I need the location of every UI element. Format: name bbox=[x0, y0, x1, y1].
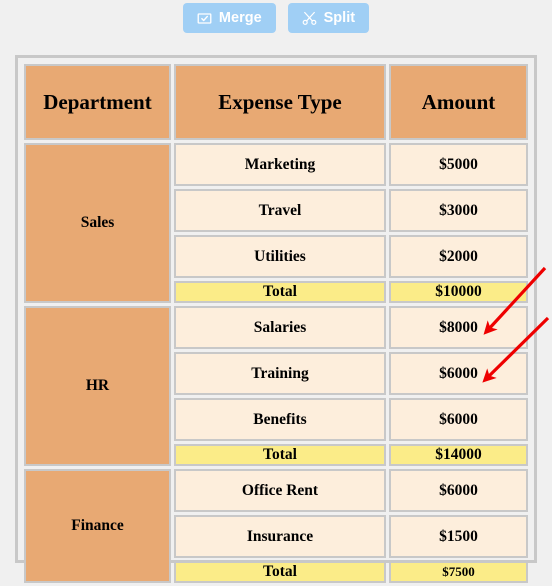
total-amount-cell[interactable]: $10000 bbox=[389, 281, 528, 303]
merge-button[interactable]: Merge bbox=[182, 3, 276, 33]
table-toolbar: Merge Split bbox=[0, 0, 552, 46]
merge-cells-icon bbox=[197, 11, 212, 26]
expense-type-cell[interactable]: Benefits bbox=[174, 398, 386, 441]
amount-cell-benefits[interactable]: $6000 bbox=[389, 398, 528, 441]
amount-cell[interactable]: $6000 bbox=[389, 469, 528, 512]
amount-cell[interactable]: $8000 bbox=[389, 306, 528, 349]
expense-type-cell[interactable]: Travel bbox=[174, 189, 386, 232]
table-row: Finance Office Rent $6000 bbox=[24, 469, 528, 583]
amount-cell[interactable]: $5000 bbox=[389, 143, 528, 186]
total-amount-cell[interactable]: $14000 bbox=[389, 444, 528, 466]
total-label-cell[interactable]: Total bbox=[174, 444, 386, 466]
column-header-department: Department bbox=[24, 64, 171, 140]
expense-type-cell[interactable]: Salaries bbox=[174, 306, 386, 349]
column-header-amount: Amount bbox=[389, 64, 528, 140]
table-frame: Department Expense Type Amount Sales Mar… bbox=[15, 55, 537, 583]
total-amount-cell[interactable]: $7500 bbox=[389, 561, 528, 583]
scissors-icon bbox=[302, 11, 317, 26]
merge-button-label: Merge bbox=[218, 9, 262, 26]
department-cell-sales[interactable]: Sales bbox=[24, 143, 171, 303]
expense-type-cell[interactable]: Office Rent bbox=[174, 469, 386, 512]
amount-cell[interactable]: $3000 bbox=[389, 189, 528, 232]
table-row: HR Salaries $8000 bbox=[24, 306, 528, 466]
expense-type-cell[interactable]: Training bbox=[174, 352, 386, 395]
total-label-cell[interactable]: Total bbox=[174, 561, 386, 583]
split-button-label: Split bbox=[323, 9, 356, 26]
department-cell-hr[interactable]: HR bbox=[24, 306, 171, 466]
expense-type-cell[interactable]: Marketing bbox=[174, 143, 386, 186]
total-label-cell[interactable]: Total bbox=[174, 281, 386, 303]
split-button[interactable]: Split bbox=[287, 3, 370, 33]
expense-type-cell[interactable]: Utilities bbox=[174, 235, 386, 278]
expense-table: Department Expense Type Amount Sales Mar… bbox=[21, 61, 531, 586]
column-header-expense-type: Expense Type bbox=[174, 64, 386, 140]
table-row: Sales Marketing $5000 bbox=[24, 143, 528, 303]
department-cell-finance[interactable]: Finance bbox=[24, 469, 171, 583]
table-header-row: Department Expense Type Amount bbox=[24, 64, 528, 140]
amount-cell-training[interactable]: $6000 bbox=[389, 352, 528, 395]
expense-type-cell[interactable]: Insurance bbox=[174, 515, 386, 558]
amount-cell[interactable]: $2000 bbox=[389, 235, 528, 278]
amount-cell[interactable]: $1500 bbox=[389, 515, 528, 558]
